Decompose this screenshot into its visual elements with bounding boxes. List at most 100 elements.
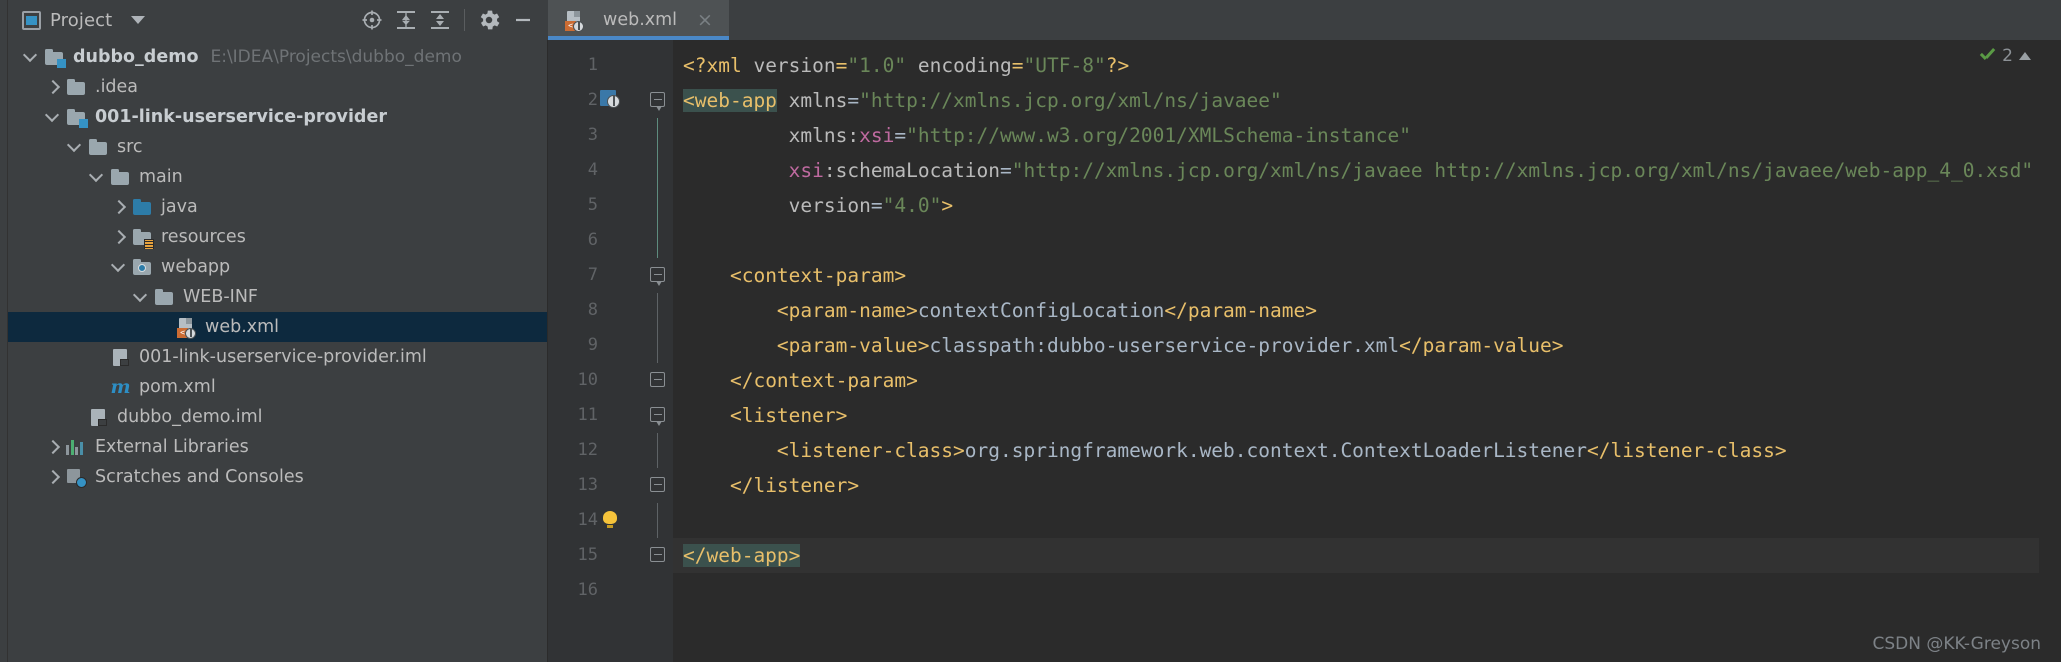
code-line-3[interactable]: xmlns:xsi="http://www.w3.org/2001/XMLSch… (673, 118, 2061, 153)
code-line-10[interactable]: </context-param> (673, 363, 2061, 398)
tree-item-web-xml[interactable]: < web.xml (0, 312, 547, 342)
fold-toggle-icon[interactable] (650, 92, 665, 111)
gutter-line-13[interactable]: 13 (548, 468, 645, 503)
code-line-8[interactable]: <param-name>contextConfigLocation</param… (673, 293, 2061, 328)
fold-toggle-icon[interactable] (650, 477, 665, 492)
intention-bulb-icon[interactable] (602, 511, 619, 528)
tree-item-001-link-userservice-provider[interactable]: 001-link-userservice-provider (0, 102, 547, 132)
code-editor[interactable]: 1 2 3 4 5 6 7 8 9 10 11 12 13 14 15 16 <?xml version="1… (548, 40, 2061, 662)
chevron-right-icon[interactable] (44, 78, 62, 96)
gutter-line-5[interactable]: 5 (548, 188, 645, 223)
chevron-down-icon[interactable] (110, 258, 128, 276)
chevron-down-icon[interactable] (44, 108, 62, 126)
tree-item-webapp[interactable]: webapp (0, 252, 547, 282)
tab-web-xml[interactable]: < web.xml × (548, 0, 729, 40)
chevron-down-icon[interactable] (22, 48, 40, 66)
code-line-5[interactable]: version="4.0"> (673, 188, 2061, 223)
project-file-tree[interactable]: dubbo_demo E:\IDEA\Projects\dubbo_demo .id… (0, 40, 548, 662)
tree-item-dubbo-demo-iml[interactable]: dubbo_demo.iml (0, 402, 547, 432)
minimize-icon[interactable] (506, 3, 540, 37)
close-icon[interactable]: × (697, 10, 713, 30)
gutter-line-14[interactable]: 14 (548, 503, 645, 538)
gutter-line-8[interactable]: 8 (548, 293, 645, 328)
code-line-7[interactable]: <context-param> (673, 258, 2061, 293)
fold-toggle-icon[interactable] (650, 267, 665, 286)
xml-schema-gutter-icon[interactable] (600, 89, 622, 111)
gutter-line-9[interactable]: 9 (548, 328, 645, 363)
fold-region-line (657, 223, 659, 258)
code-content[interactable]: <?xml version="1.0" encoding="UTF-8"?> <w… (673, 40, 2061, 662)
code-line-2[interactable]: <web-app xmlns="http://xmlns.jcp.org/xml… (673, 83, 2061, 118)
code-line-1[interactable]: <?xml version="1.0" encoding="UTF-8"?> (673, 48, 2061, 83)
code-folding-strip[interactable] (645, 40, 673, 662)
inspection-status-badge[interactable]: 2 (1979, 46, 2031, 66)
line-number: 9 (587, 335, 598, 355)
code-line-6[interactable] (673, 223, 2061, 258)
tree-item-dubbo-demo[interactable]: dubbo_demo E:\IDEA\Projects\dubbo_demo (0, 42, 547, 72)
fold-line-2[interactable] (645, 83, 673, 118)
tree-item-label: .idea (95, 77, 139, 97)
code-token-val: "1.0" (847, 54, 907, 77)
tree-item-idea[interactable]: .idea (0, 72, 547, 102)
tree-item-scratches-and-consoles[interactable]: Scratches and Consoles (0, 462, 547, 492)
chevron-down-icon[interactable] (88, 168, 106, 186)
chevron-down-icon[interactable] (131, 16, 146, 24)
code-line-4[interactable]: xsi:schemaLocation="http://xmlns.jcp.org… (673, 153, 2061, 188)
project-title-group[interactable]: Project (22, 10, 146, 31)
gutter-line-3[interactable]: 3 (548, 118, 645, 153)
tree-item-external-libraries[interactable]: External Libraries (0, 432, 547, 462)
code-line-9[interactable]: <param-value>classpath:dubbo-userservice… (673, 328, 2061, 363)
gutter-line-15[interactable]: 15 (548, 538, 645, 573)
gutter-line-1[interactable]: 1 (548, 48, 645, 83)
tab-label: web.xml (603, 10, 678, 30)
code-line-13[interactable]: </listener> (673, 468, 2061, 503)
chevron-right-icon[interactable] (110, 198, 128, 216)
editor-scrollbar[interactable] (2039, 40, 2061, 662)
editor-gutter[interactable]: 1 2 3 4 5 6 7 8 9 10 11 12 13 14 15 16 (548, 40, 645, 662)
tree-item-pom-xml[interactable]: m pom.xml (0, 372, 547, 402)
gear-icon[interactable] (472, 3, 506, 37)
fold-toggle-icon[interactable] (650, 372, 665, 387)
code-line-12[interactable]: <listener-class>org.springframework.web.… (673, 433, 2061, 468)
tree-item-resources[interactable]: resources (0, 222, 547, 252)
fold-line-11[interactable] (645, 398, 673, 433)
select-opened-file-icon[interactable] (355, 3, 389, 37)
chevron-up-icon[interactable] (2019, 52, 2031, 60)
gutter-line-11[interactable]: 11 (548, 398, 645, 433)
tab-bar-filler (728, 0, 2061, 40)
fold-toggle-icon[interactable] (650, 407, 665, 426)
fold-line-15[interactable] (645, 538, 673, 573)
fold-line-7[interactable] (645, 258, 673, 293)
tree-item-label: main (139, 167, 183, 187)
gutter-line-7[interactable]: 7 (548, 258, 645, 293)
code-token-ns: xsi (788, 159, 824, 182)
fold-toggle-icon[interactable] (650, 547, 665, 562)
chevron-down-icon[interactable] (66, 138, 84, 156)
expand-all-icon[interactable] (389, 3, 423, 37)
chevron-right-icon[interactable] (44, 468, 62, 486)
gutter-line-6[interactable]: 6 (548, 223, 645, 258)
fold-line-10[interactable] (645, 363, 673, 398)
gutter-line-16[interactable]: 16 (548, 573, 645, 608)
tree-item-main[interactable]: main (0, 162, 547, 192)
collapse-all-icon[interactable] (423, 3, 457, 37)
tree-item-src[interactable]: src (0, 132, 547, 162)
tree-item-java[interactable]: java (0, 192, 547, 222)
code-line-16[interactable] (673, 573, 2061, 608)
fold-line-13[interactable] (645, 468, 673, 503)
gutter-line-10[interactable]: 10 (548, 363, 645, 398)
gutter-line-4[interactable]: 4 (548, 153, 645, 188)
gutter-line-2[interactable]: 2 (548, 83, 645, 118)
code-line-11[interactable]: <listener> (673, 398, 2061, 433)
chevron-right-icon[interactable] (44, 438, 62, 456)
tree-item-web-inf[interactable]: WEB-INF (0, 282, 547, 312)
tree-item-001-link-userservice-provider-iml[interactable]: 001-link-userservice-provider.iml (0, 342, 547, 372)
chevron-right-icon[interactable] (110, 228, 128, 246)
line-number: 15 (577, 545, 598, 565)
chevron-down-icon[interactable] (132, 288, 150, 306)
code-line-14[interactable] (673, 503, 2061, 538)
gutter-line-12[interactable]: 12 (548, 433, 645, 468)
code-line-15[interactable]: </web-app> (673, 538, 2061, 573)
